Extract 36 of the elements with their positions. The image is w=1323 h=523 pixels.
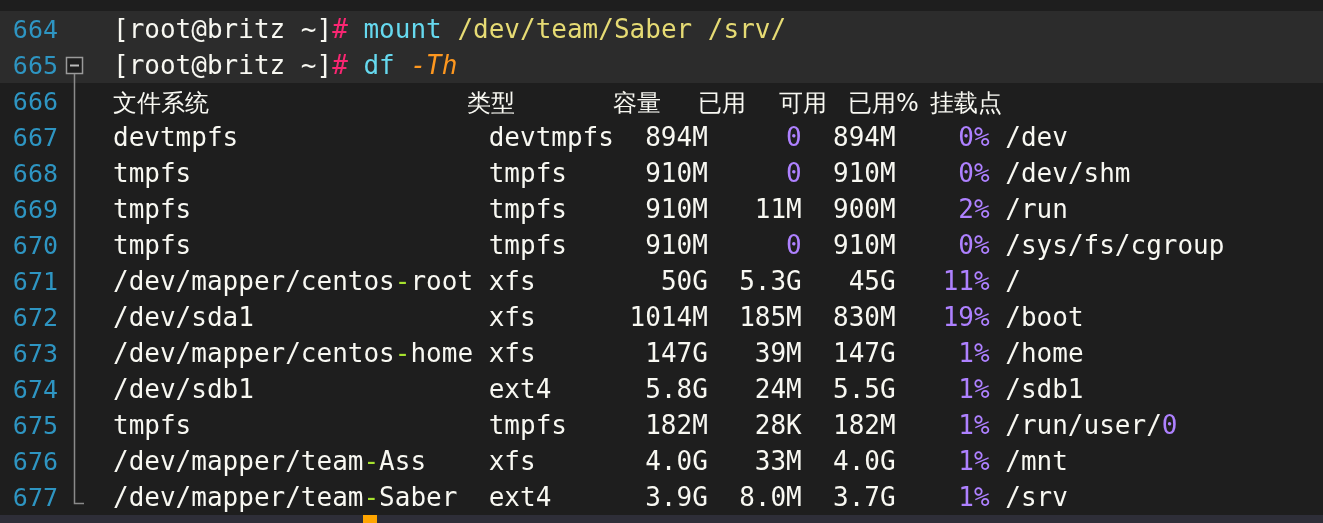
line-number: 670 — [11, 230, 58, 260]
collapse-icon[interactable] — [65, 56, 84, 75]
line-number: 677 — [11, 482, 58, 512]
line-number: 676 — [11, 446, 58, 476]
line-number: 665 — [11, 50, 58, 80]
line-number: 669 — [11, 194, 58, 224]
line-number: 674 — [11, 374, 58, 404]
line-number: 666 — [11, 86, 58, 116]
terminal-line: /dev/mapper/centos-home xfs 147G 39M 147G 1% /home — [113, 338, 1084, 368]
terminal-line: /dev/mapper/team-Ass xfs 4.0G 33M 4.0G 1% /mnt — [113, 446, 1068, 476]
terminal-line: /dev/sda1 xfs 1014M 185M 830M 19% /boot — [113, 302, 1084, 332]
column-header: 文件系统 — [113, 88, 209, 119]
column-header: 挂载点 — [930, 88, 1002, 119]
line-number: 673 — [11, 338, 58, 368]
line-number: 671 — [11, 266, 58, 296]
column-header: 已用 — [698, 88, 746, 119]
text-cursor — [363, 515, 377, 523]
terminal-line: [root@britz ~]# mount /dev/team/Saber /srv/ — [113, 14, 787, 44]
terminal-line: tmpfs tmpfs 910M 11M 900M 2% /run — [113, 194, 1068, 224]
column-header: 可用 — [779, 88, 827, 119]
terminal-line: /dev/sdb1 ext4 5.8G 24M 5.5G 1% /sdb1 — [113, 374, 1084, 404]
line-number: 664 — [11, 14, 58, 44]
line-number: 667 — [11, 122, 58, 152]
terminal-line: tmpfs tmpfs 910M 0 910M 0% /dev/shm — [113, 158, 1131, 188]
terminal-line: tmpfs tmpfs 910M 0 910M 0% /sys/fs/cgroup — [113, 230, 1225, 260]
line-number: 675 — [11, 410, 58, 440]
column-header: 类型 — [467, 88, 515, 119]
terminal-line: devtmpfs devtmpfs 894M 0 894M 0% /dev — [113, 122, 1068, 152]
column-header: 已用% — [848, 88, 919, 119]
terminal-line: /dev/mapper/team-Saber ext4 3.9G 8.0M 3.7G 1% /srv — [113, 482, 1068, 512]
line-number: 672 — [11, 302, 58, 332]
terminal-line: /dev/mapper/centos-root xfs 50G 5.3G 45G 11% / — [113, 266, 1021, 296]
terminal-line: [root@britz ~]# df -Th — [113, 50, 458, 80]
column-header: 容量 — [613, 88, 661, 119]
terminal-line: tmpfs tmpfs 182M 28K 182M 1% /run/user/0 — [113, 410, 1178, 440]
line-number: 668 — [11, 158, 58, 188]
